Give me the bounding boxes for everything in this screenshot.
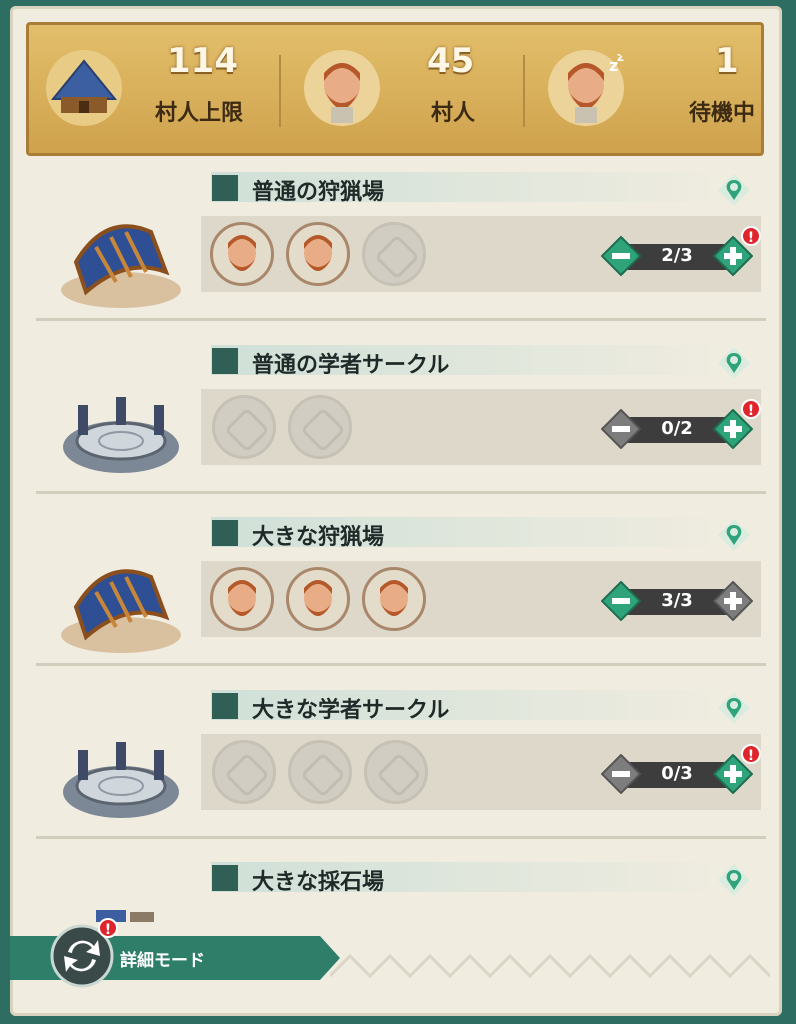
empty-slot[interactable] [364,740,428,804]
villager-portrait-icon [380,580,408,616]
section-title: 普通の学者サークル [252,353,450,378]
alert-badge: ! [741,399,761,419]
empty-slot[interactable] [362,222,426,286]
villager-capacity-stat: 114 村人上限 [29,25,279,153]
section-title: 大きな採石場 [252,870,385,895]
empty-slot[interactable] [212,395,276,459]
villager-slot[interactable] [210,567,274,631]
detail-mode-label: 詳細モード [120,951,205,971]
villager-stepper: 3/3 [601,581,753,621]
villagers-value: 45 [427,41,475,81]
villager-count-stat: 45 村人 [281,25,521,153]
knot-icon [212,348,238,374]
building-section: 大きな学者サークル 0/3 ! [26,690,766,842]
villager-slot[interactable] [286,567,350,631]
decorative-pattern [330,953,770,979]
section-title: 普通の狩猟場 [252,180,385,205]
quarry-icon [96,910,154,922]
section-divider [36,318,766,321]
plus-button[interactable] [713,581,753,621]
idle-label: 待機中 [689,101,756,126]
building-section: 普通の学者サークル 0/2 ! [26,345,766,497]
location-pin-icon[interactable] [716,172,752,208]
scholar-circle-icon [63,397,179,473]
empty-slot[interactable] [288,740,352,804]
section-title: 大きな狩猟場 [252,525,385,550]
villager-portrait-icon [304,580,332,616]
section-title: 大きな学者サークル [252,698,450,723]
minus-button[interactable] [601,236,641,276]
location-pin-icon[interactable] [716,690,752,726]
empty-slot[interactable] [212,740,276,804]
alert-badge: ! [98,918,118,938]
capacity-label: 村人上限 [155,101,244,126]
knot-icon [212,865,238,891]
minus-button[interactable] [601,754,641,794]
location-pin-icon[interactable] [716,345,752,381]
location-pin-icon[interactable] [716,862,752,898]
villager-portrait-icon [304,50,380,126]
villager-stepper: 0/3 ! [601,744,761,794]
hunting-lodge-icon [61,569,181,653]
knot-icon [212,520,238,546]
hunting-lodge-icon [61,224,181,308]
villager-slot[interactable] [362,567,426,631]
building-section: 大きな狩猟場 3/3 [26,517,766,669]
villager-stepper: 2/3 ! [601,226,761,276]
villager-slot[interactable] [286,222,350,286]
villager-stepper: 0/2 ! [601,399,761,449]
location-pin-icon[interactable] [716,517,752,553]
section-divider [36,836,766,839]
scholar-circle-icon [63,742,179,818]
building-section: 大きな採石場 [26,862,766,922]
minus-button[interactable] [601,409,641,449]
sleeping-villager-icon: z z [548,50,624,126]
empty-slot[interactable] [288,395,352,459]
alert-badge: ! [741,744,761,764]
house-icon [46,50,122,126]
idle-value: 1 [715,41,739,81]
section-divider [36,491,766,494]
alert-badge: ! [741,226,761,246]
villager-slot[interactable] [210,222,274,286]
svg-text:z: z [617,50,624,64]
idle-villager-stat: z z 1 待機中 [525,25,765,153]
knot-icon [212,175,238,201]
knot-icon [212,693,238,719]
villager-summary-bar: 114 村人上限 45 村人 z z 1 待機中 [26,22,764,156]
building-section: 普通の狩猟場 2/3 ! [26,172,766,324]
villagers-label: 村人 [431,101,476,126]
capacity-value: 114 [167,41,238,81]
minus-button[interactable] [601,581,641,621]
villager-portrait-icon [304,235,332,271]
villager-portrait-icon [228,580,256,616]
villager-portrait-icon [228,235,256,271]
section-divider [36,663,766,666]
